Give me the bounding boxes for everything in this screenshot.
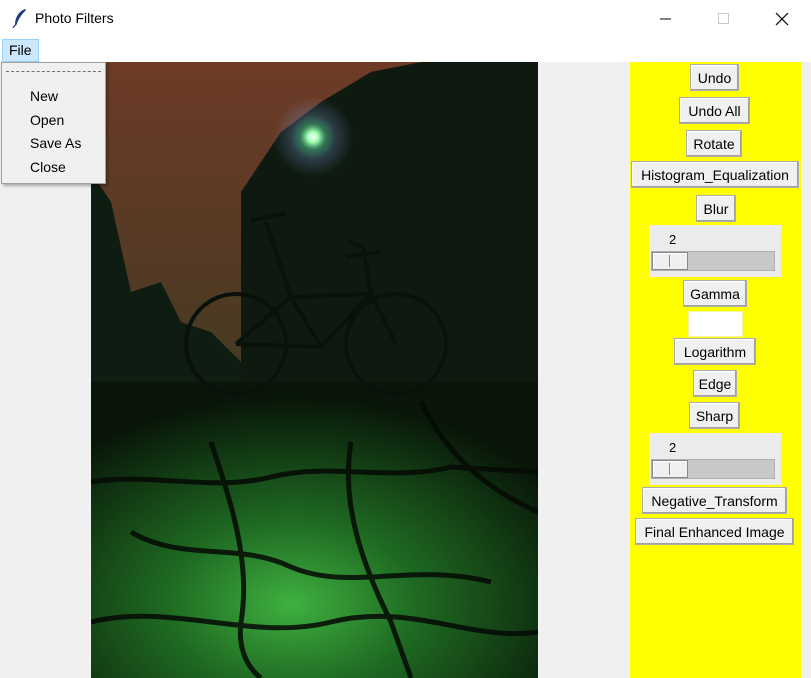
feather-icon [12, 9, 26, 28]
minimize-icon [660, 18, 671, 20]
final-enhanced-image-button[interactable]: Final Enhanced Image [635, 518, 794, 545]
sharp-scale[interactable]: 2 [649, 433, 781, 485]
menu-item-open[interactable]: Open [30, 112, 64, 128]
file-menu[interactable]: File [2, 39, 39, 62]
undo-all-button[interactable]: Undo All [679, 97, 750, 124]
blur-scale-handle[interactable] [652, 252, 688, 270]
menu-bar: File [0, 38, 811, 62]
close-button[interactable] [753, 0, 811, 38]
gamma-button[interactable]: Gamma [683, 280, 747, 307]
control-panel: Undo Undo All Rotate Histogram_Equalizat… [630, 62, 801, 678]
tearoff-line[interactable] [6, 71, 101, 72]
menu-item-close[interactable]: Close [30, 159, 66, 175]
image-canvas [91, 62, 538, 678]
menu-item-save-as[interactable]: Save As [30, 135, 81, 151]
gamma-entry[interactable] [688, 311, 743, 337]
sharp-button[interactable]: Sharp [689, 402, 740, 429]
negative-transform-button[interactable]: Negative_Transform [642, 487, 787, 514]
photo [91, 62, 538, 678]
close-icon [775, 12, 789, 26]
blur-scale[interactable]: 2 [649, 225, 781, 277]
sharp-scale-value: 2 [669, 440, 677, 455]
window-title: Photo Filters [35, 10, 114, 26]
undo-button[interactable]: Undo [690, 64, 739, 91]
sharp-scale-handle[interactable] [652, 460, 688, 478]
blur-scale-value: 2 [669, 232, 677, 247]
maximize-icon [718, 13, 729, 24]
histogram-equalization-button[interactable]: Histogram_Equalization [631, 161, 799, 188]
maximize-button[interactable] [695, 0, 753, 38]
file-dropdown-menu: New Open Save As Close [1, 62, 106, 184]
logarithm-button[interactable]: Logarithm [674, 338, 756, 365]
blur-button[interactable]: Blur [696, 195, 736, 222]
edge-button[interactable]: Edge [693, 370, 737, 397]
title-bar: Photo Filters [0, 0, 811, 38]
minimize-button[interactable] [637, 0, 695, 38]
menu-item-new[interactable]: New [30, 88, 58, 104]
rotate-button[interactable]: Rotate [686, 130, 742, 157]
